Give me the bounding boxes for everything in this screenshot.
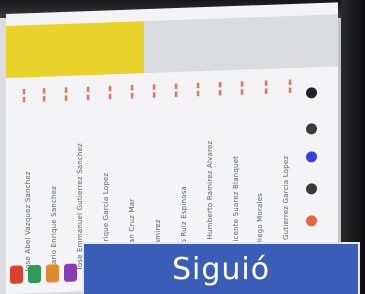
status-marker: ▮▮ (106, 84, 114, 101)
status-marker: ▮▮ (84, 84, 92, 102)
status-dot (306, 123, 317, 135)
taskbar-app-icon (28, 264, 41, 284)
status-marker: ▮▮ (194, 81, 202, 98)
status-marker: ▮▮ (62, 85, 70, 103)
taskbar-app-icon (10, 265, 23, 284)
gray-header-strip (144, 14, 338, 74)
status-marker: ▮▮ (172, 81, 180, 99)
status-dot (306, 151, 317, 163)
status-marker: ▮▮ (40, 86, 48, 103)
status-dot (306, 183, 317, 195)
taskbar-app-icon (64, 263, 77, 282)
taskbar-app-icon (46, 264, 59, 283)
status-marker: ▮▮ (286, 77, 294, 95)
status-marker: ▮▮ (262, 78, 270, 96)
list-item-name: Jose Diego Morales (256, 192, 264, 264)
list-item-name: Pablo Gutierrez Garcia Lopez (282, 155, 290, 263)
caption-text: Siguió (172, 252, 271, 287)
list-item-name: Jose Abel Vazquez Sanchez (24, 171, 32, 272)
status-marker: ▮▮ (238, 79, 246, 96)
status-marker: ▮▮ (150, 82, 158, 99)
status-marker: ▮▮ (216, 80, 224, 97)
yellow-highlight-bar (6, 21, 144, 79)
status-dot (306, 215, 317, 227)
list-item-name: Mario Enrique Sanchez (50, 185, 58, 271)
status-marker: ▮▮ (128, 83, 136, 100)
photo: ▮▮ ▮▮ ▮▮ ▮▮ ▮▮ ▮▮ ▮▮ ▮▮ ▮▮ ▮▮ ▮▮ ▮▮ ▮▮ J… (0, 0, 365, 294)
status-marker: ▮▮ (20, 87, 28, 104)
caption-banner: Siguió (82, 242, 360, 294)
